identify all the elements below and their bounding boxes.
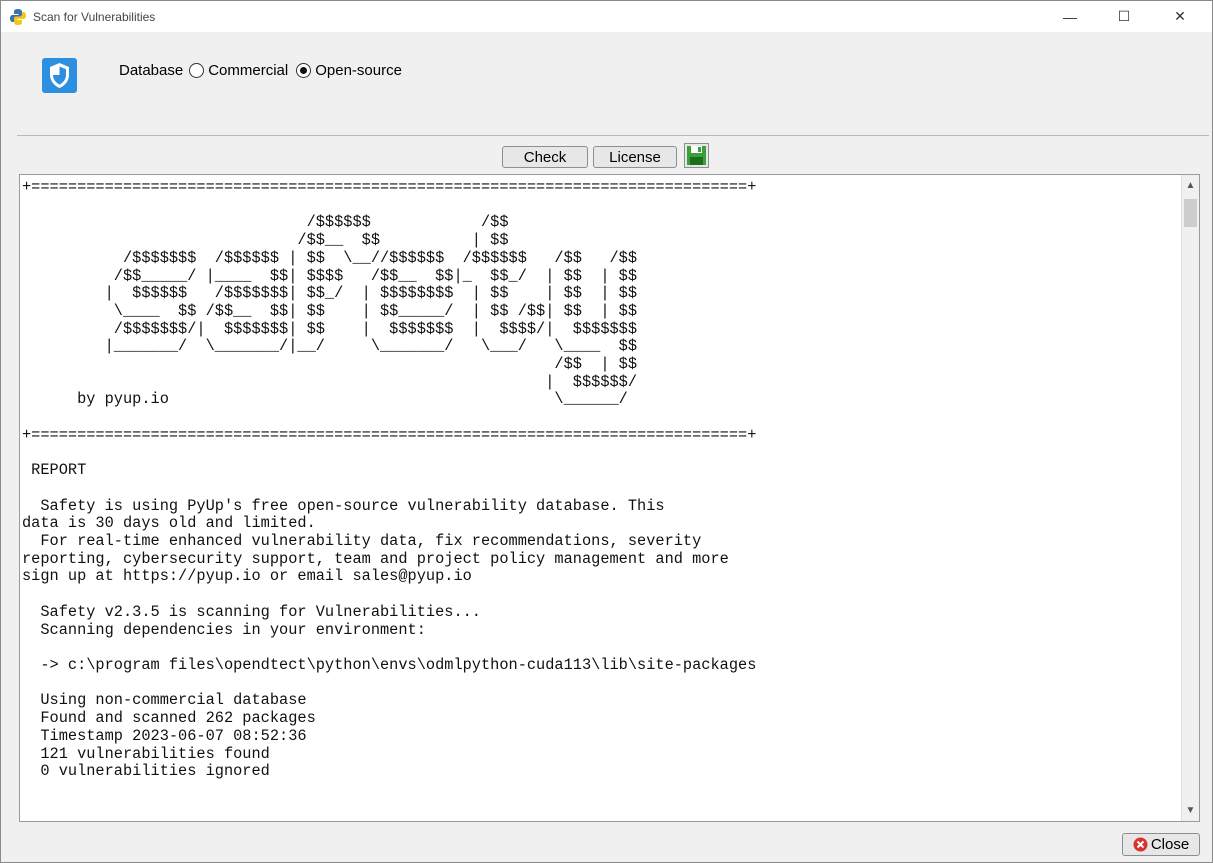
save-icon[interactable] [684, 143, 709, 168]
vertical-scrollbar[interactable]: ▲ ▼ [1181, 175, 1199, 821]
scan-window: Scan for Vulnerabilities — ☐ ✕ Database … [0, 0, 1213, 863]
scroll-thumb[interactable] [1184, 199, 1197, 227]
license-button[interactable]: License [593, 146, 677, 168]
close-button[interactable]: Close [1122, 833, 1200, 856]
check-button[interactable]: Check [502, 146, 588, 168]
window-close-button[interactable]: ✕ [1157, 1, 1203, 32]
panel-divider [17, 135, 1209, 136]
minimize-button[interactable]: — [1047, 1, 1093, 32]
open-source-radio[interactable] [296, 63, 312, 78]
open-source-label[interactable]: Open-source [315, 62, 402, 79]
maximize-icon: ☐ [1117, 8, 1131, 24]
commercial-label[interactable]: Commercial [208, 62, 288, 79]
shield-icon [42, 58, 77, 93]
database-label: Database [119, 62, 184, 79]
scroll-down-icon[interactable]: ▼ [1182, 802, 1199, 819]
commercial-radio[interactable] [189, 63, 205, 78]
maximize-button[interactable]: ☐ [1101, 1, 1147, 32]
database-selector: Database Commercial Open-source [119, 62, 402, 79]
scan-report-text: +=======================================… [22, 178, 757, 781]
database-panel: Database Commercial Open-source [1, 32, 1212, 135]
scan-output[interactable]: +=======================================… [19, 174, 1200, 822]
close-icon: ✕ [1174, 8, 1186, 24]
minimize-icon: — [1063, 8, 1077, 25]
close-label: Close [1150, 836, 1190, 853]
close-circle-icon [1133, 837, 1148, 852]
toolbar: Check License [1, 143, 1212, 173]
scroll-up-icon[interactable]: ▲ [1182, 177, 1199, 194]
python-icon [10, 8, 26, 25]
title-bar[interactable]: Scan for Vulnerabilities — ☐ ✕ [1, 1, 1212, 32]
window-title: Scan for Vulnerabilities [33, 9, 156, 24]
